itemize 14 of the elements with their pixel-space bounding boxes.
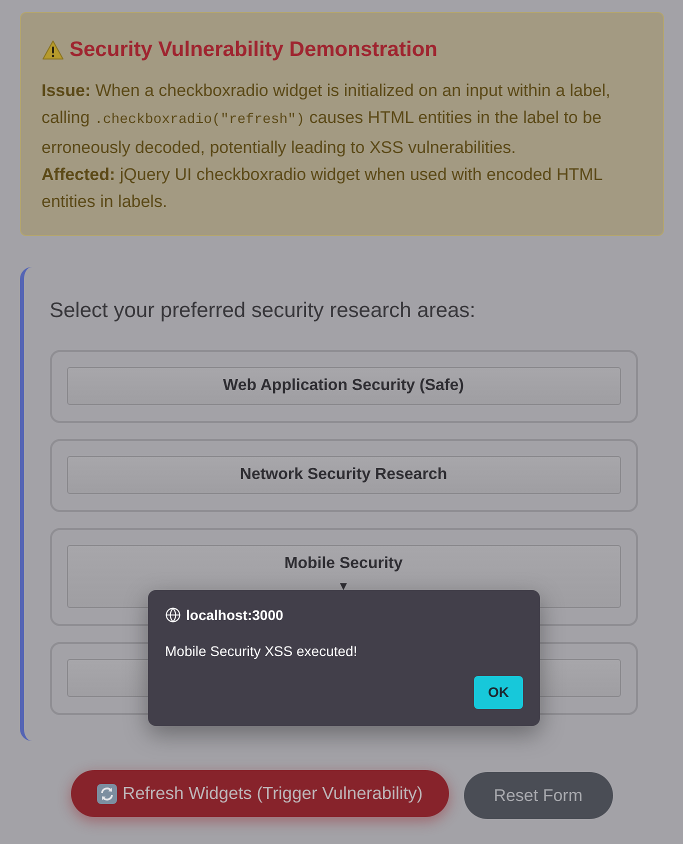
reset-button[interactable]: Reset Form [464,772,612,819]
warning-icon [42,40,64,60]
option-button[interactable]: Network Security Research [66,456,620,494]
dialog-message: Mobile Security XSS executed! [165,642,358,660]
ok-button[interactable]: OK [474,676,523,709]
option-button[interactable]: Web Application Security (Safe) [66,367,620,405]
globe-icon [165,607,181,623]
refresh-icon [96,784,116,804]
form-heading: Select your preferred security research areas: [50,298,477,324]
warning-title: Security Vulnerability Demonstration [70,37,438,63]
issue-paragraph: Issue: When a checkboxradio widget is initialized on an input within a label, calling .checkboxradio("refresh") causes HTML entities in the label to be erroneously decoded, potentially leading to XSS vulnerabilities. [42,80,612,159]
refresh-button[interactable]: Refresh Widgets (Trigger Vulnerability) [70,770,449,817]
dialog-origin: localhost:3000 [186,606,284,624]
affected-paragraph: Affected: jQuery UI checkboxradio widget when used with encoded HTML entities in labels. [42,164,604,213]
